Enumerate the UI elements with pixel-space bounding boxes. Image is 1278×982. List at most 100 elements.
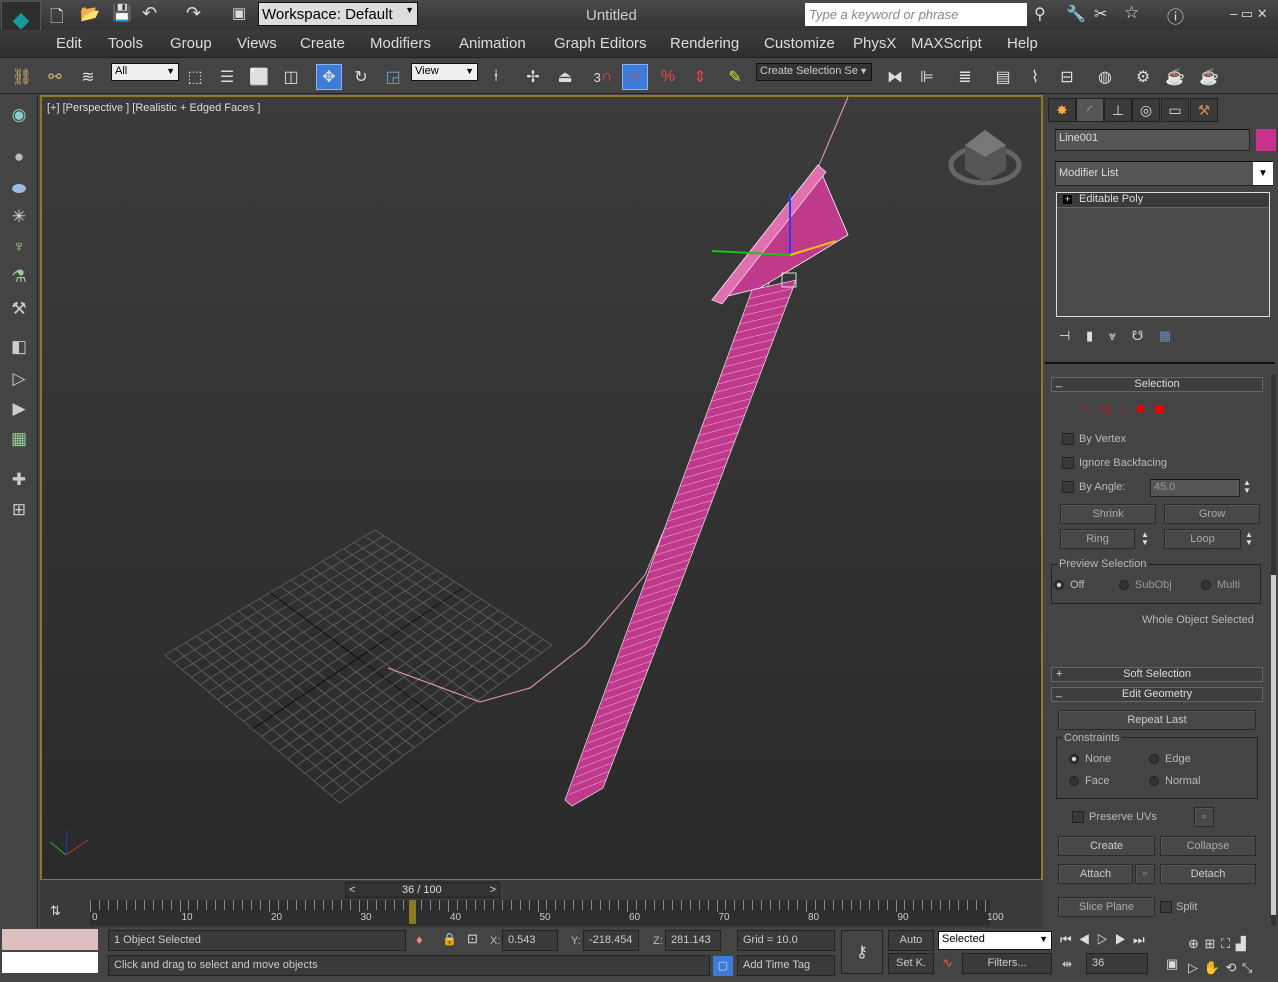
perspective-viewport[interactable]: [+] [Perspective ] [Realistic + Edged Fa…	[40, 95, 1043, 881]
orbit-icon[interactable]: ⟲	[1225, 960, 1236, 975]
preview-subobj-radio[interactable]	[1119, 580, 1129, 590]
viewport-layout-icon[interactable]: ◉	[6, 105, 32, 131]
create-button[interactable]: Create	[1058, 836, 1155, 856]
project-folder-icon[interactable]: ▣	[232, 4, 246, 22]
ignore-backfacing-checkbox[interactable]	[1062, 457, 1074, 469]
window-crossing-icon[interactable]: ◫	[278, 64, 304, 90]
detach-button[interactable]: Detach	[1160, 864, 1256, 884]
motion-tab-icon[interactable]: ◎	[1132, 98, 1160, 122]
mini-curve-editor-icon[interactable]: ⇅	[50, 903, 61, 919]
schematic-view-icon[interactable]: ⊟	[1054, 64, 1080, 90]
split-checkbox[interactable]	[1160, 901, 1172, 913]
set-key-button[interactable]: Set K.	[888, 953, 934, 974]
y-coordinate-input[interactable]: -218.454	[583, 930, 639, 951]
goto-end-icon[interactable]: ⏭	[1133, 932, 1145, 947]
manipulate-icon[interactable]: ✢	[520, 64, 546, 90]
zoom-icon[interactable]: ⊕	[1188, 936, 1199, 951]
set-key-icon[interactable]: ⚷	[841, 930, 883, 974]
menu-customize[interactable]: Customize	[764, 35, 835, 52]
unlink-icon[interactable]: ⚯	[42, 64, 68, 90]
ring-spinner[interactable]: ▲ ▼	[1141, 531, 1149, 547]
binoculars-icon[interactable]: ⚲	[1034, 4, 1046, 24]
preserve-uvs-checkbox[interactable]	[1072, 811, 1084, 823]
preview-multi-radio[interactable]	[1201, 580, 1211, 590]
undo-icon[interactable]: ↶	[142, 3, 157, 24]
menu-help[interactable]: Help	[1007, 35, 1038, 52]
snap-toggle-icon[interactable]: 3 ∩	[590, 64, 616, 90]
chevron-down-icon[interactable]: ▼	[1253, 162, 1273, 185]
angle-spinner[interactable]: ▲ ▼	[1243, 479, 1251, 495]
edit-named-selection-icon[interactable]: ✎	[722, 64, 748, 90]
favorites-icon[interactable]: ☆	[1124, 3, 1139, 23]
time-tag-icon[interactable]: ▢	[713, 956, 733, 976]
render-icon[interactable]: ☕	[1196, 64, 1222, 90]
menu-physx[interactable]: PhysX	[853, 35, 896, 52]
play-icon[interactable]: ▷	[1097, 932, 1109, 947]
bind-spacewarp-icon[interactable]: ≋	[75, 64, 101, 90]
render-frame-icon[interactable]: ☕	[1162, 64, 1188, 90]
mirror-icon[interactable]: ⧓	[882, 64, 908, 90]
selection-rollout-header[interactable]: Selection _	[1051, 376, 1263, 392]
spinner-snap-icon[interactable]: ⇕	[687, 64, 713, 90]
lock-icon[interactable]: 🔒	[442, 932, 457, 946]
curve-editor-icon[interactable]: ⌇	[1022, 64, 1048, 90]
menu-graph-editors[interactable]: Graph Editors	[554, 35, 647, 52]
ribbon-icon[interactable]: ▤	[990, 64, 1016, 90]
particle-icon[interactable]: ✳	[6, 207, 32, 233]
cloth-icon[interactable]: ♆	[6, 237, 32, 263]
select-object-icon[interactable]: ⬚	[182, 64, 208, 90]
object-color-swatch[interactable]	[1256, 129, 1276, 151]
zoom-all-icon[interactable]: ⊞	[1205, 936, 1216, 951]
current-frame-input[interactable]: 36	[1086, 953, 1148, 974]
loop-spinner[interactable]: ▲ ▼	[1245, 531, 1253, 547]
maxscript-listener-top[interactable]	[2, 929, 98, 950]
light-icon[interactable]: ⬬	[6, 179, 32, 205]
redo-icon[interactable]: ↷	[186, 3, 201, 24]
communication-icon[interactable]: ✂	[1094, 4, 1107, 24]
vertex-icon[interactable]: ⁘	[1079, 401, 1090, 416]
stack-item-editable-poly[interactable]: + Editable Poly	[1057, 193, 1269, 208]
constraint-face-radio[interactable]	[1069, 776, 1079, 786]
pan-icon[interactable]: ✋	[1204, 960, 1220, 975]
key-filters-button[interactable]: Filters...	[962, 953, 1052, 974]
modify-tab-icon[interactable]: ◜	[1076, 98, 1104, 122]
hierarchy-tab-icon[interactable]: ⊥	[1104, 98, 1132, 122]
isolate-icon[interactable]: ♦	[416, 932, 423, 947]
maxscript-listener-bottom[interactable]	[2, 952, 98, 973]
link-icon[interactable]: ⛓	[9, 64, 35, 90]
menu-animation[interactable]: Animation	[459, 35, 526, 52]
selection-filter-dropdown[interactable]: All	[111, 63, 179, 81]
layer-manager-icon[interactable]: ≣	[952, 64, 978, 90]
prev-frame-icon[interactable]: <	[349, 884, 355, 896]
element-icon[interactable]: ◼	[1154, 401, 1165, 416]
menu-group[interactable]: Group	[170, 35, 212, 52]
pin-stack-icon[interactable]: ⊣	[1059, 328, 1070, 343]
rotate-icon[interactable]: ↻	[348, 64, 374, 90]
menu-edit[interactable]: Edit	[56, 35, 82, 52]
menu-modifiers[interactable]: Modifiers	[370, 35, 431, 52]
time-slider[interactable]: < 36 / 100 >	[345, 882, 500, 898]
render-setup-icon[interactable]: ⚙	[1130, 64, 1156, 90]
x-coordinate-input[interactable]: 0.543	[502, 930, 558, 951]
by-angle-checkbox[interactable]	[1062, 481, 1074, 493]
collapse-button[interactable]: Collapse	[1160, 836, 1256, 856]
attach-button[interactable]: Attach	[1058, 864, 1133, 884]
object-name-input[interactable]: Line001	[1055, 129, 1250, 151]
reference-coord-dropdown[interactable]: View	[411, 63, 478, 81]
slice-plane-button[interactable]: Slice Plane	[1058, 897, 1155, 917]
by-vertex-checkbox[interactable]	[1062, 433, 1074, 445]
attach-list-button[interactable]: ▫	[1135, 864, 1155, 884]
workspace-dropdown[interactable]: Workspace: Default	[258, 2, 418, 26]
menu-create[interactable]: Create	[300, 35, 345, 52]
flask-icon[interactable]: ⚗	[6, 267, 32, 293]
align-icon[interactable]: ⊫	[914, 64, 940, 90]
shrink-button[interactable]: Shrink	[1060, 504, 1156, 524]
angle-snap-icon[interactable]: ∩	[622, 64, 648, 90]
zoom-extents-icon[interactable]: ⛶	[1221, 936, 1230, 951]
menu-rendering[interactable]: Rendering	[670, 35, 739, 52]
auto-key-button[interactable]: Auto	[888, 930, 934, 951]
current-frame-marker[interactable]	[409, 900, 417, 924]
search-input[interactable]: Type a keyword or phrase	[805, 3, 1027, 26]
constraint-edge-radio[interactable]	[1149, 754, 1159, 764]
make-unique-icon[interactable]: ⩔	[1109, 328, 1116, 343]
